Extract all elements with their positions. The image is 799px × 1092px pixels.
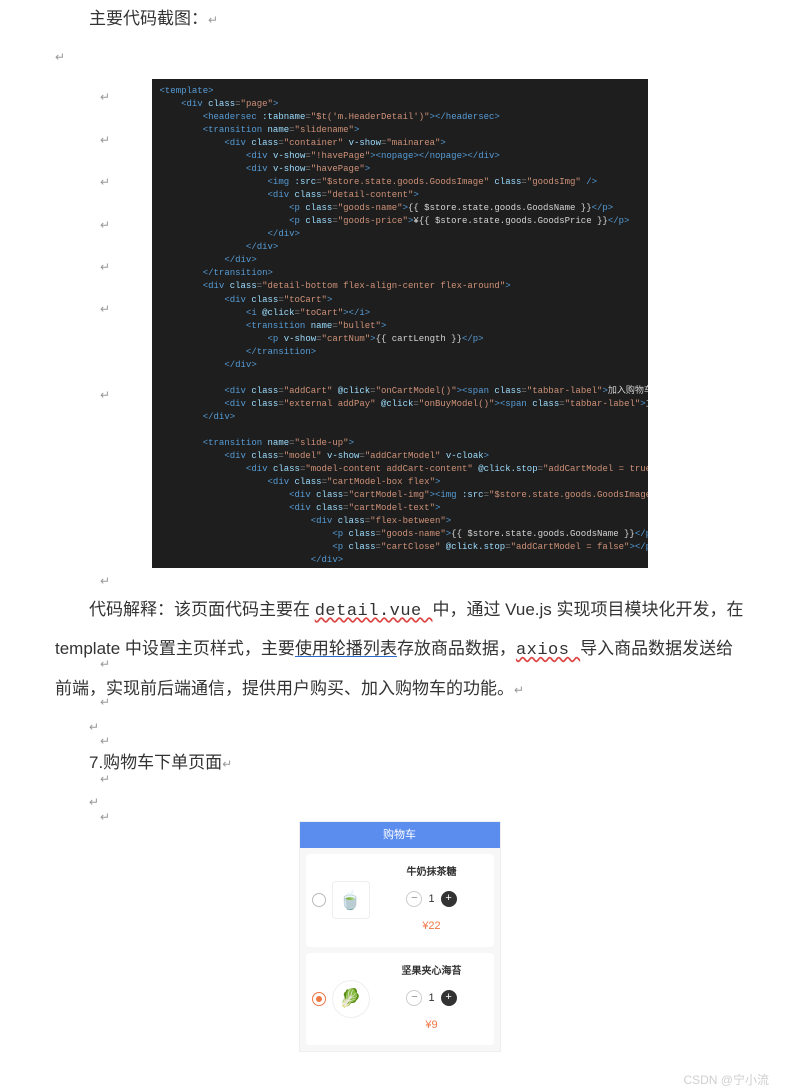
item-title: 牛奶抹茶糖 xyxy=(376,862,488,884)
enter-mark: ↵ xyxy=(100,302,110,316)
section-title: 主要代码截图：↵ xyxy=(55,0,744,37)
cart-item: 🍵 牛奶抹茶糖 − 1 + ¥22 xyxy=(306,854,494,946)
enter-mark: ↵ xyxy=(100,695,110,709)
qty-plus[interactable]: + xyxy=(441,891,457,907)
enter-mark: ↵ xyxy=(100,175,110,189)
enter-mark: ↵ xyxy=(89,720,99,734)
enter-mark: ↵ xyxy=(100,260,110,274)
item-price: ¥9 xyxy=(376,1013,488,1037)
qty-value: 1 xyxy=(428,986,434,1010)
phone-screenshot: 购物车 🍵 牛奶抹茶糖 − 1 + ¥22 🥬 坚果夹心海苔 − 1 + ¥9 xyxy=(55,821,744,1052)
enter-mark: ↵ xyxy=(100,218,110,232)
enter-mark: ↵ xyxy=(100,772,110,786)
cart-header: 购物车 xyxy=(300,822,500,848)
qty-minus[interactable]: − xyxy=(406,990,422,1006)
item-price: ¥22 xyxy=(376,914,488,938)
item-thumb: 🥬 xyxy=(332,980,370,1018)
qty-minus[interactable]: − xyxy=(406,891,422,907)
lib-name: axios xyxy=(516,641,580,660)
enter-mark: ↵ xyxy=(100,657,110,671)
item-thumb: 🍵 xyxy=(332,881,370,919)
csdn-watermark: CSDN @宁小流 xyxy=(683,1071,769,1088)
enter-mark: ↵ xyxy=(100,388,110,402)
code-explain: 代码解释：该页面代码主要在 detail.vue 中，通过 Vue.js 实现项… xyxy=(55,591,744,707)
enter-mark: ↵ xyxy=(100,90,110,104)
cart-item: 🥬 坚果夹心海苔 − 1 + ¥9 xyxy=(306,953,494,1045)
enter-mark: ↵ xyxy=(100,810,110,824)
filename: detail.vue xyxy=(315,602,433,621)
item-title: 坚果夹心海苔 xyxy=(376,961,488,983)
enter-mark: ↵ xyxy=(208,13,218,27)
qty-value: 1 xyxy=(428,887,434,911)
enter-mark: ↵ xyxy=(100,574,110,588)
enter-mark: ↵ xyxy=(100,133,110,147)
select-radio[interactable] xyxy=(312,893,326,907)
enter-mark: ↵ xyxy=(100,734,110,748)
code-screenshot: <template> <div class="page"> <headersec… xyxy=(55,79,744,581)
section-7-title: 7.购物车下单页面↵ xyxy=(55,744,744,781)
feature-phrase: 使用轮播列表 xyxy=(295,639,397,658)
qty-plus[interactable]: + xyxy=(441,990,457,1006)
enter-mark: ↵ xyxy=(55,50,65,64)
select-radio[interactable] xyxy=(312,992,326,1006)
